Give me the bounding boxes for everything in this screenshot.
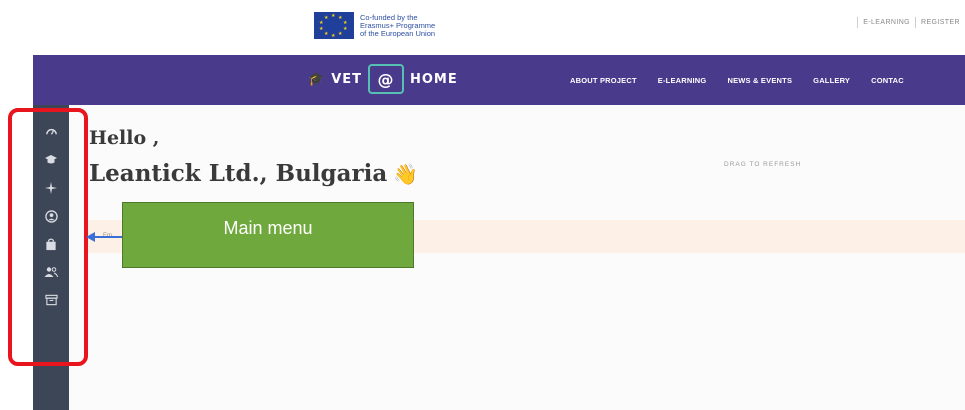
nav-item-news-events[interactable]: NEWS & EVENTS bbox=[727, 76, 792, 85]
nav-menu: ABOUT PROJECT E-LEARNING NEWS & EVENTS G… bbox=[570, 76, 925, 85]
callout-arrow-line bbox=[94, 236, 122, 238]
top-links: E-LEARNING REGISTER bbox=[857, 17, 965, 28]
organization-name: Leantick Ltd., Bulgaria 👋 bbox=[89, 160, 418, 187]
top-bar: ★ ★ ★ ★ ★ ★ ★ ★ ★ ★ Co-funded by the Era… bbox=[0, 0, 965, 55]
eu-flag-icon: ★ ★ ★ ★ ★ ★ ★ ★ ★ ★ bbox=[314, 12, 354, 39]
logo-text-home: HOME bbox=[410, 71, 458, 87]
logo-text-vet: VET bbox=[331, 71, 362, 87]
organization-name-text: Leantick Ltd., Bulgaria bbox=[89, 160, 388, 187]
greeting: Hello , bbox=[89, 127, 160, 149]
eu-text-line-3: of the European Union bbox=[360, 28, 436, 38]
nav-item-gallery[interactable]: GALLERY bbox=[813, 76, 850, 85]
logo-at-symbol: @ bbox=[368, 64, 404, 94]
main-menu-callout: Main menu bbox=[122, 202, 414, 268]
callout-arrow-head-icon bbox=[86, 232, 95, 242]
eu-cofunding-badge: ★ ★ ★ ★ ★ ★ ★ ★ ★ ★ Co-funded by the Era… bbox=[314, 12, 435, 39]
top-link-elearning[interactable]: E-LEARNING bbox=[857, 17, 915, 28]
nav-item-elearning[interactable]: E-LEARNING bbox=[658, 76, 707, 85]
nav-item-contact[interactable]: CONTAC bbox=[871, 76, 904, 85]
main-navbar: 🎓 VET @ HOME ABOUT PROJECT E-LEARNING NE… bbox=[33, 55, 965, 105]
graduation-cap-icon: 🎓 bbox=[308, 71, 326, 87]
eu-cofunding-text: Co-funded by the Erasmus+ Programme of t… bbox=[360, 13, 436, 38]
nav-item-about-project[interactable]: ABOUT PROJECT bbox=[570, 76, 637, 85]
callout-label: Main menu bbox=[223, 217, 313, 238]
waving-hand-icon: 👋 bbox=[393, 162, 419, 186]
top-link-register[interactable]: REGISTER bbox=[915, 17, 965, 28]
site-logo[interactable]: 🎓 VET @ HOME bbox=[308, 64, 458, 94]
main-menu-highlight-frame bbox=[8, 108, 88, 366]
drag-to-refresh-hint[interactable]: DRAG TO REFRESH bbox=[724, 161, 801, 168]
page: ★ ★ ★ ★ ★ ★ ★ ★ ★ ★ Co-funded by the Era… bbox=[0, 0, 965, 410]
